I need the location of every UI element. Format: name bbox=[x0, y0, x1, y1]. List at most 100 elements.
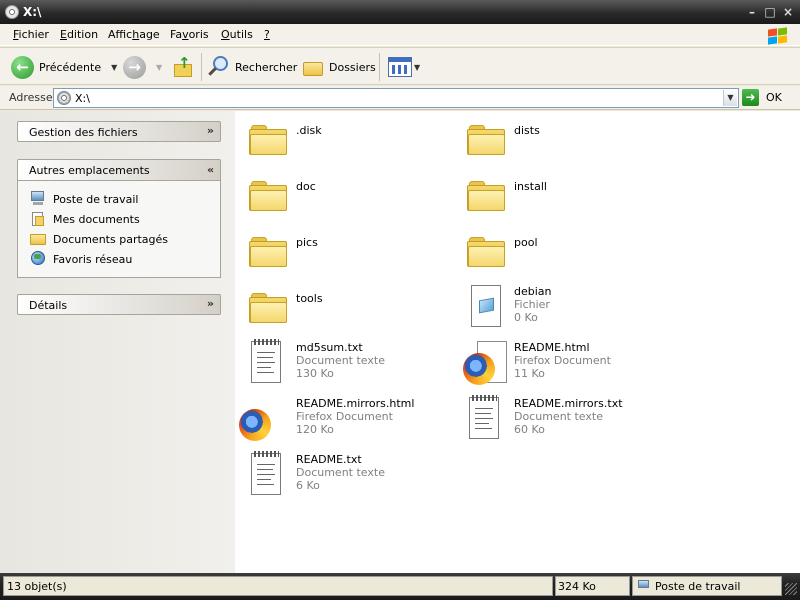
title-bar[interactable]: X:\ – □ × bbox=[0, 0, 800, 24]
folder-front-icon bbox=[250, 246, 287, 267]
logo-red-icon bbox=[768, 28, 777, 37]
menu-affichage-pre: Affic bbox=[108, 28, 133, 41]
views-grid-icon bbox=[392, 65, 408, 74]
expand-chevron-icon[interactable]: » bbox=[207, 124, 214, 137]
search-label: Rechercher bbox=[235, 60, 298, 74]
text-line-icon bbox=[257, 484, 274, 485]
other-places-header[interactable]: Autres emplacements » bbox=[17, 159, 221, 180]
generic-file-icon bbox=[463, 283, 509, 329]
menu-bar: Fichier Edition Affichage Favoris Outils… bbox=[0, 24, 800, 46]
file-item-text[interactable]: README.mirrors.txt Document texte 60 Ko bbox=[457, 391, 667, 443]
file-size: 0 Ko bbox=[514, 311, 538, 324]
status-location: Poste de travail bbox=[655, 580, 741, 593]
details-panel: Détails » bbox=[17, 294, 221, 315]
menu-outils-rest: utils bbox=[229, 28, 253, 41]
file-item-folder[interactable]: pics bbox=[239, 223, 449, 275]
expand-chevron-icon[interactable]: » bbox=[207, 297, 214, 310]
generic-file-window-icon bbox=[479, 297, 494, 314]
maximize-button[interactable]: □ bbox=[763, 6, 777, 20]
task-pane: Gestion des fichiers » Autres emplacemen… bbox=[0, 111, 235, 573]
file-name: pool bbox=[514, 236, 538, 249]
views-icon bbox=[388, 57, 412, 77]
cd-drive-icon bbox=[5, 5, 19, 19]
text-line-icon bbox=[257, 357, 273, 358]
file-name: tools bbox=[296, 292, 323, 305]
other-places-panel: Autres emplacements » Poste de travail M… bbox=[17, 159, 221, 278]
text-line-icon bbox=[475, 428, 492, 429]
file-size: 11 Ko bbox=[514, 367, 545, 380]
folders-button[interactable]: Dossiers bbox=[302, 54, 376, 80]
file-item-folder[interactable]: pool bbox=[457, 223, 667, 275]
forward-button[interactable]: → ▼ bbox=[123, 54, 162, 80]
search-button[interactable]: Rechercher bbox=[207, 54, 297, 80]
toolbar-separator bbox=[201, 53, 202, 81]
views-dropdown-icon[interactable]: ▼ bbox=[414, 63, 420, 72]
up-folder-icon: ↑ bbox=[172, 56, 194, 78]
file-item-file[interactable]: debian Fichier 0 Ko bbox=[457, 279, 667, 331]
file-name: README.html bbox=[514, 341, 590, 354]
file-item-folder[interactable]: dists bbox=[457, 111, 667, 163]
file-item-folder[interactable]: doc bbox=[239, 167, 449, 219]
folder-icon bbox=[245, 283, 291, 329]
logo-green-icon bbox=[778, 27, 787, 36]
details-title: Détails bbox=[29, 299, 68, 312]
up-folder-button[interactable]: ↑ bbox=[172, 54, 194, 80]
place-mes-documents[interactable]: Mes documents bbox=[18, 209, 220, 229]
file-item-folder[interactable]: .disk bbox=[239, 111, 449, 163]
forward-dropdown-icon[interactable]: ▼ bbox=[156, 63, 162, 72]
place-label: Documents partagés bbox=[53, 233, 168, 246]
file-item-html[interactable]: README.html Firefox Document 11 Ko bbox=[457, 335, 667, 387]
place-favoris-reseau[interactable]: Favoris réseau bbox=[18, 249, 220, 269]
notepad-spiral-icon bbox=[254, 339, 279, 345]
computer-screen-icon bbox=[638, 580, 649, 588]
address-input[interactable]: X:\ ▼ bbox=[53, 88, 739, 108]
file-type: Document texte bbox=[296, 354, 385, 367]
menu-fichier[interactable]: Fichier bbox=[13, 28, 49, 41]
views-button[interactable]: ▼ bbox=[388, 54, 420, 80]
file-item-text[interactable]: README.txt Document texte 6 Ko bbox=[239, 447, 449, 499]
folder-front-icon bbox=[250, 302, 287, 323]
text-line-icon bbox=[475, 423, 489, 424]
toolbar: ← Précédente ▼ → ▼ ↑ Rechercher Dossiers… bbox=[0, 47, 800, 85]
file-item-folder[interactable]: install bbox=[457, 167, 667, 219]
file-size: 60 Ko bbox=[514, 423, 545, 436]
go-button[interactable]: ➜ OK bbox=[742, 89, 782, 106]
menu-affichage[interactable]: Affichage bbox=[108, 28, 160, 41]
text-line-icon bbox=[257, 474, 275, 475]
menu-edition[interactable]: Edition bbox=[60, 28, 98, 41]
collapse-chevron-icon[interactable]: » bbox=[207, 164, 214, 177]
folder-front-icon bbox=[250, 134, 287, 155]
file-tasks-header[interactable]: Gestion des fichiers » bbox=[17, 121, 221, 142]
folder-icon bbox=[463, 115, 509, 161]
folder-shape-icon bbox=[467, 181, 505, 211]
details-header[interactable]: Détails » bbox=[17, 294, 221, 315]
menu-edition-rest: dition bbox=[66, 28, 99, 41]
minimize-button[interactable]: – bbox=[745, 6, 759, 20]
menu-outils[interactable]: Outils bbox=[221, 28, 253, 41]
close-button[interactable]: × bbox=[781, 6, 795, 20]
file-item-folder[interactable]: tools bbox=[239, 279, 449, 331]
other-places-list: Poste de travail Mes documents Documents… bbox=[17, 180, 221, 278]
back-dropdown-icon[interactable]: ▼ bbox=[111, 63, 117, 72]
folder-front-icon bbox=[250, 190, 287, 211]
file-name: README.mirrors.html bbox=[296, 397, 415, 410]
place-label: Mes documents bbox=[53, 213, 140, 226]
file-name: README.txt bbox=[296, 453, 362, 466]
network-land-icon bbox=[34, 254, 41, 259]
status-count: 13 objet(s) bbox=[7, 580, 67, 593]
computer-icon bbox=[638, 580, 650, 591]
file-name: .disk bbox=[296, 124, 322, 137]
windows-logo-icon bbox=[766, 27, 790, 45]
resize-grip-icon[interactable] bbox=[785, 583, 797, 595]
menu-help[interactable]: ? bbox=[264, 28, 270, 41]
file-item-text[interactable]: md5sum.txt Document texte 130 Ko bbox=[239, 335, 449, 387]
text-document-icon bbox=[245, 339, 291, 385]
place-poste-de-travail[interactable]: Poste de travail bbox=[18, 189, 220, 209]
menu-favoris-rest: oris bbox=[188, 28, 209, 41]
file-item-html[interactable]: README.mirrors.html Firefox Document 120… bbox=[239, 391, 449, 443]
folders-label: Dossiers bbox=[329, 60, 376, 74]
menu-favoris[interactable]: Favoris bbox=[170, 28, 209, 41]
place-documents-partages[interactable]: Documents partagés bbox=[18, 229, 220, 249]
address-dropdown-button[interactable]: ▼ bbox=[723, 90, 737, 106]
back-button[interactable]: ← Précédente ▼ bbox=[11, 54, 117, 80]
